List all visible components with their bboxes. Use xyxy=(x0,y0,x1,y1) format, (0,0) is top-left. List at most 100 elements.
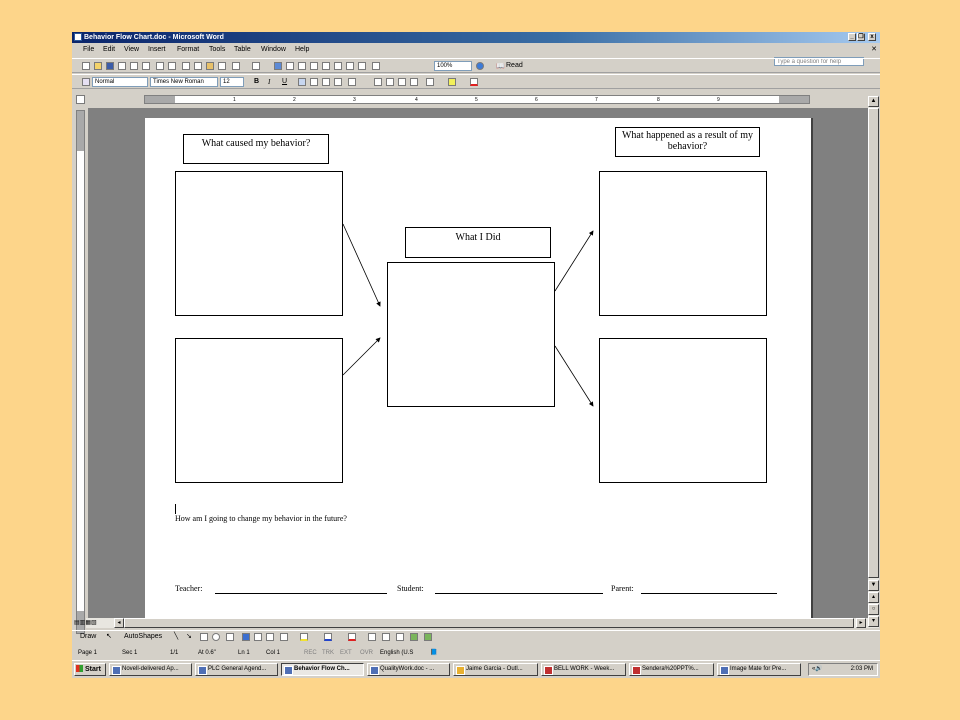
status-ext[interactable]: EXT xyxy=(340,647,352,659)
close-button[interactable]: x xyxy=(868,33,876,41)
undo-icon[interactable] xyxy=(232,62,240,70)
document-map-icon[interactable] xyxy=(346,62,354,70)
task-novell[interactable]: Novell-delivered Ap... xyxy=(109,663,192,676)
cut-icon[interactable] xyxy=(182,62,190,70)
student-line[interactable] xyxy=(435,593,603,594)
3d-style-icon[interactable] xyxy=(424,633,432,641)
insert-picture-icon[interactable] xyxy=(280,633,288,641)
style-select[interactable]: Normal xyxy=(92,77,148,87)
font-color-icon[interactable] xyxy=(470,78,478,86)
task-image-mate[interactable]: Image Mate for Pre... xyxy=(717,663,801,676)
result-label[interactable]: What happened as a result of my behavior… xyxy=(615,127,760,157)
shadow-style-icon[interactable] xyxy=(410,633,418,641)
scroll-down-button[interactable]: ▼ xyxy=(868,580,879,591)
spelling-status-icon[interactable]: 📘 xyxy=(430,647,437,659)
menu-table[interactable]: Table xyxy=(234,44,251,56)
research-icon[interactable] xyxy=(168,62,176,70)
line-icon[interactable]: ╲ xyxy=(174,632,178,640)
drawing-icon[interactable] xyxy=(334,62,342,70)
menu-format[interactable]: Format xyxy=(177,44,199,56)
teacher-line[interactable] xyxy=(215,593,387,594)
horizontal-scrollbar[interactable]: ▤▥▦▧ ◂ ▸ xyxy=(74,618,868,628)
menu-file[interactable]: File xyxy=(83,44,94,56)
print-icon[interactable] xyxy=(130,62,138,70)
menu-edit[interactable]: Edit xyxy=(103,44,115,56)
line-color-icon[interactable] xyxy=(324,633,332,641)
task-plc-agenda[interactable]: PLC General Agend... xyxy=(195,663,278,676)
justify-icon[interactable] xyxy=(334,78,342,86)
select-browse-object-icon[interactable]: ○ xyxy=(868,604,879,615)
fill-color-icon[interactable] xyxy=(300,633,308,641)
arrow-style-icon[interactable] xyxy=(396,633,404,641)
columns-icon[interactable] xyxy=(322,62,330,70)
read-icon[interactable]: 📖 xyxy=(496,62,505,70)
tab-selector-icon[interactable] xyxy=(76,95,85,104)
paste-icon[interactable] xyxy=(206,62,214,70)
dash-style-icon[interactable] xyxy=(382,633,390,641)
task-outlook[interactable]: Jaime Garcia - Outl... xyxy=(453,663,538,676)
insert-table-icon[interactable] xyxy=(298,62,306,70)
document-page[interactable]: What caused my behavior? What happened a… xyxy=(145,118,813,618)
autoshapes-menu[interactable]: AutoShapes xyxy=(124,633,162,640)
draw-menu[interactable]: Draw xyxy=(80,633,96,640)
underline-button[interactable]: U xyxy=(282,78,287,85)
task-behavior-flow-chart[interactable]: Behavior Flow Ch... xyxy=(281,663,364,676)
close-document-icon[interactable]: ✕ xyxy=(871,44,877,56)
scroll-left-button[interactable]: ◂ xyxy=(114,618,124,628)
hscroll-thumb[interactable] xyxy=(124,618,854,628)
pilcrow-icon[interactable] xyxy=(372,62,380,70)
clock[interactable]: 2:03 PM xyxy=(851,666,873,672)
styles-formatting-icon[interactable] xyxy=(82,78,90,86)
text-box-icon[interactable] xyxy=(226,633,234,641)
tables-borders-icon[interactable] xyxy=(286,62,294,70)
numbering-icon[interactable] xyxy=(374,78,382,86)
parent-line[interactable] xyxy=(641,593,777,594)
previous-page-icon[interactable]: ▴ xyxy=(868,592,879,603)
line-style-icon[interactable] xyxy=(368,633,376,641)
menu-view[interactable]: View xyxy=(124,44,139,56)
scroll-thumb[interactable] xyxy=(868,108,879,578)
vertical-ruler[interactable] xyxy=(76,110,85,634)
open-folder-icon[interactable] xyxy=(94,62,102,70)
diagram-icon[interactable] xyxy=(254,633,262,641)
oval-icon[interactable] xyxy=(212,633,220,641)
increase-indent-icon[interactable] xyxy=(410,78,418,86)
status-rec[interactable]: REC xyxy=(304,647,317,659)
document-area[interactable]: What caused my behavior? What happened a… xyxy=(88,108,868,618)
task-bell-work[interactable]: BELL WORK - Week... xyxy=(541,663,626,676)
task-sendera-ppt[interactable]: Sendera%20PPT%... xyxy=(629,663,714,676)
menu-help[interactable]: Help xyxy=(295,44,309,56)
teacher-label[interactable]: Teacher: xyxy=(175,584,202,593)
redo-icon[interactable] xyxy=(252,62,260,70)
help-icon[interactable] xyxy=(476,62,484,70)
did-box[interactable] xyxy=(387,262,555,407)
draw-font-color-icon[interactable] xyxy=(348,633,356,641)
zoom-select[interactable]: 100% xyxy=(434,61,472,71)
select-objects-icon[interactable]: ↖ xyxy=(106,632,112,640)
wordart-icon[interactable] xyxy=(242,633,250,641)
scroll-up-button[interactable]: ▲ xyxy=(868,96,879,107)
bold-button[interactable]: B xyxy=(254,78,259,85)
align-right-icon[interactable] xyxy=(322,78,330,86)
insert-excel-icon[interactable] xyxy=(310,62,318,70)
decrease-indent-icon[interactable] xyxy=(398,78,406,86)
bullets-icon[interactable] xyxy=(386,78,394,86)
save-icon[interactable] xyxy=(106,62,114,70)
arrow-icon[interactable]: ↘ xyxy=(186,632,192,640)
change-question[interactable]: How am I going to change my behavior in … xyxy=(175,514,347,523)
tray-icons[interactable]: «🔊 xyxy=(812,664,823,675)
minimize-button[interactable]: _ xyxy=(848,33,856,41)
font-size-select[interactable]: 12 xyxy=(220,77,244,87)
status-ovr[interactable]: OVR xyxy=(360,647,373,659)
status-trk[interactable]: TRK xyxy=(322,647,334,659)
task-qualitywork[interactable]: QualityWork.doc - ... xyxy=(367,663,450,676)
cause-box-2[interactable] xyxy=(175,338,343,483)
scroll-right-button[interactable]: ▸ xyxy=(856,618,866,628)
copy-icon[interactable] xyxy=(194,62,202,70)
highlight-icon[interactable] xyxy=(448,78,456,86)
spelling-icon[interactable] xyxy=(156,62,164,70)
line-spacing-icon[interactable] xyxy=(348,78,356,86)
clip-art-icon[interactable] xyxy=(266,633,274,641)
font-select[interactable]: Times New Roman xyxy=(150,77,218,87)
hyperlink-icon[interactable] xyxy=(274,62,282,70)
